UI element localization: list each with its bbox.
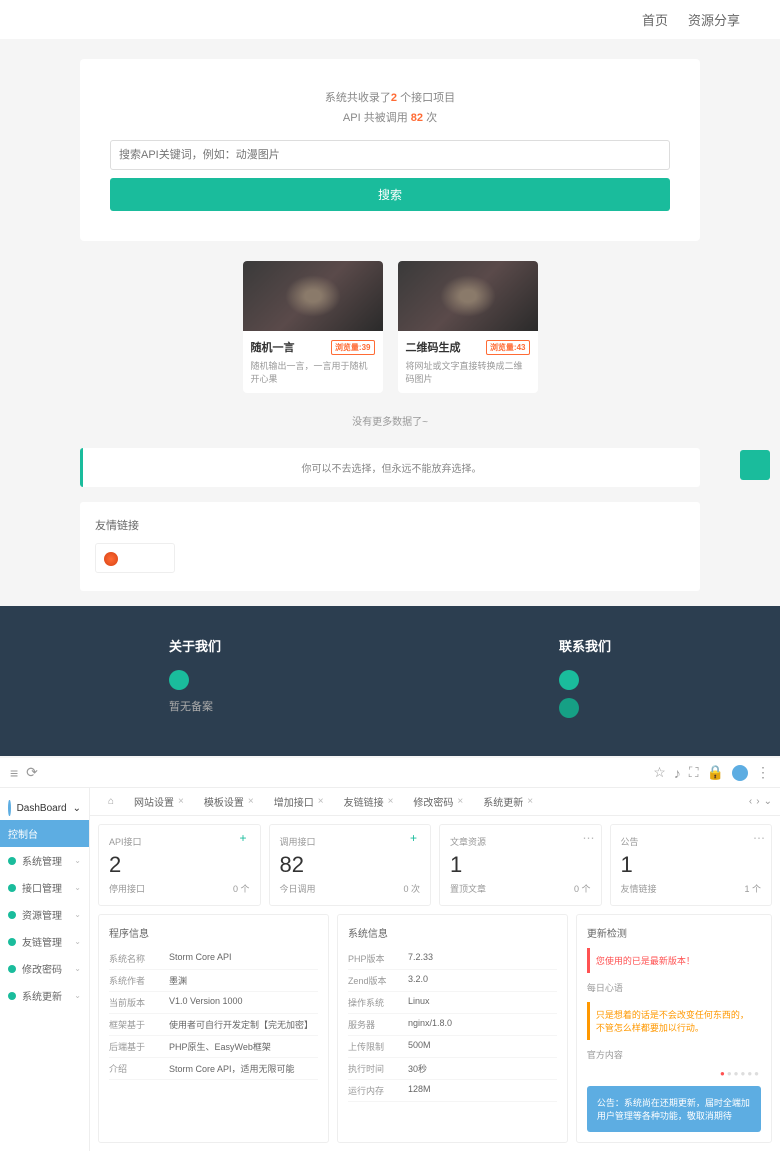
info-row: 服务器nginx/1.8.0 bbox=[348, 1014, 557, 1036]
sidebar-item[interactable]: 控制台 bbox=[0, 820, 89, 847]
stat-card: 公告1友情链接1 个⋯ bbox=[610, 824, 773, 906]
sidebar-item[interactable]: 系统更新⌄ bbox=[0, 982, 89, 1009]
no-data-text: 没有更多数据了~ bbox=[0, 413, 780, 428]
nav-share[interactable]: 资源分享 bbox=[688, 10, 740, 29]
footer-icon bbox=[559, 698, 579, 718]
info-row: 介绍Storm Core API，适用无限可能 bbox=[109, 1058, 318, 1080]
sidebar-item[interactable]: 资源管理⌄ bbox=[0, 901, 89, 928]
sidebar-item[interactable]: 修改密码⌄ bbox=[0, 955, 89, 982]
more-icon[interactable]: ⋮ bbox=[756, 764, 770, 781]
info-row: 运行内存128M bbox=[348, 1080, 557, 1102]
hero-line2: API 共被调用 82 次 bbox=[110, 109, 670, 125]
info-row: 操作系统Linux bbox=[348, 992, 557, 1014]
tab-down[interactable]: ⌄ bbox=[764, 796, 772, 807]
hero-line1: 系统共收录了2 个接口项目 bbox=[110, 89, 670, 105]
friend-links: 友情链接 bbox=[80, 502, 700, 591]
footer-contact-title: 联系我们 bbox=[559, 636, 611, 655]
update-alert: 您使用的已是最新版本！ bbox=[587, 948, 761, 973]
add-icon[interactable]: + bbox=[240, 831, 254, 845]
stat-card: 文章资源1置顶文章0 个⋯ bbox=[439, 824, 602, 906]
stat-card: 调用接口82今日调用0 次+ bbox=[269, 824, 432, 906]
api-card[interactable]: 随机一言浏览量:39 随机输出一言，一言用于随机开心果 bbox=[243, 261, 383, 393]
refresh-icon[interactable]: ⟳ bbox=[26, 764, 38, 781]
info-row: 系统作者墨渊 bbox=[109, 970, 318, 992]
footer-icon bbox=[559, 670, 579, 690]
info-row: Zend版本3.2.0 bbox=[348, 970, 557, 992]
tab-next[interactable]: › bbox=[756, 796, 759, 807]
menu-icon[interactable]: ≡ bbox=[10, 765, 18, 781]
tab[interactable]: 网站设置 × bbox=[124, 788, 194, 815]
sidebar-item[interactable]: 友链管理⌄ bbox=[0, 928, 89, 955]
info-row: 后端基于PHP原生、EasyWeb框架 bbox=[109, 1036, 318, 1058]
lock-icon[interactable]: 🔒 bbox=[707, 764, 724, 781]
search-input[interactable] bbox=[110, 140, 670, 170]
tab[interactable]: 友链链接 × bbox=[334, 788, 404, 815]
search-button[interactable]: 搜索 bbox=[110, 178, 670, 211]
sidebar-user[interactable]: DashBoard⌄ bbox=[0, 796, 89, 820]
fullscreen-icon[interactable]: ⛶ bbox=[689, 764, 699, 781]
more-icon[interactable]: ⋯ bbox=[583, 831, 595, 845]
daily-alert: 只是想着的话是不会改变任何东西的，不管怎么样都要加以行动。 bbox=[587, 1002, 761, 1040]
notify-icon[interactable]: ♪ bbox=[674, 765, 681, 781]
api-card[interactable]: 二维码生成浏览量:43 将网址或文字直接转换成二维码图片 bbox=[398, 261, 538, 393]
tab[interactable]: 系统更新 × bbox=[473, 788, 543, 815]
user-avatar[interactable] bbox=[732, 765, 748, 781]
stat-card: API接口2停用接口0 个+ bbox=[98, 824, 261, 906]
footer-icon bbox=[169, 670, 189, 690]
sidebar-item[interactable]: 接口管理⌄ bbox=[0, 874, 89, 901]
info-row: 系统名称Storm Core API bbox=[109, 948, 318, 970]
info-row: 上传限制500M bbox=[348, 1036, 557, 1058]
notice-banner: 公告：系统尚在还期更新，届时全端加用户管理等各种功能，敬取消期待 bbox=[587, 1086, 761, 1132]
quote-box: 你可以不去选择，但永远不能放弃选择。 bbox=[80, 448, 700, 487]
card-image bbox=[398, 261, 538, 331]
add-icon[interactable]: + bbox=[410, 831, 424, 845]
nav-home[interactable]: 首页 bbox=[642, 10, 668, 29]
footer-about-text: 暂无备案 bbox=[169, 698, 221, 714]
tab[interactable]: 模板设置 × bbox=[194, 788, 264, 815]
tab-prev[interactable]: ‹ bbox=[749, 796, 752, 807]
more-icon[interactable]: ⋯ bbox=[753, 831, 765, 845]
hero-panel: 系统共收录了2 个接口项目 API 共被调用 82 次 搜索 bbox=[80, 59, 700, 241]
info-row: 框架基于使用者可自行开发定制【完无加密】 bbox=[109, 1014, 318, 1036]
tab-home-icon[interactable]: ⌂ bbox=[98, 790, 124, 813]
info-row: 执行时间30秒 bbox=[348, 1058, 557, 1080]
float-button[interactable] bbox=[740, 450, 770, 480]
carousel-dots[interactable]: ●●●●●● bbox=[587, 1069, 761, 1078]
tab[interactable]: 增加接口 × bbox=[264, 788, 334, 815]
footer-about-title: 关于我们 bbox=[169, 636, 221, 655]
link-item[interactable] bbox=[95, 543, 175, 573]
card-image bbox=[243, 261, 383, 331]
theme-icon[interactable]: ☆ bbox=[653, 764, 666, 781]
info-row: 当前版本V1.0 Version 1000 bbox=[109, 992, 318, 1014]
info-row: PHP版本7.2.33 bbox=[348, 948, 557, 970]
sidebar-item[interactable]: 系统管理⌄ bbox=[0, 847, 89, 874]
tab[interactable]: 修改密码 × bbox=[403, 788, 473, 815]
